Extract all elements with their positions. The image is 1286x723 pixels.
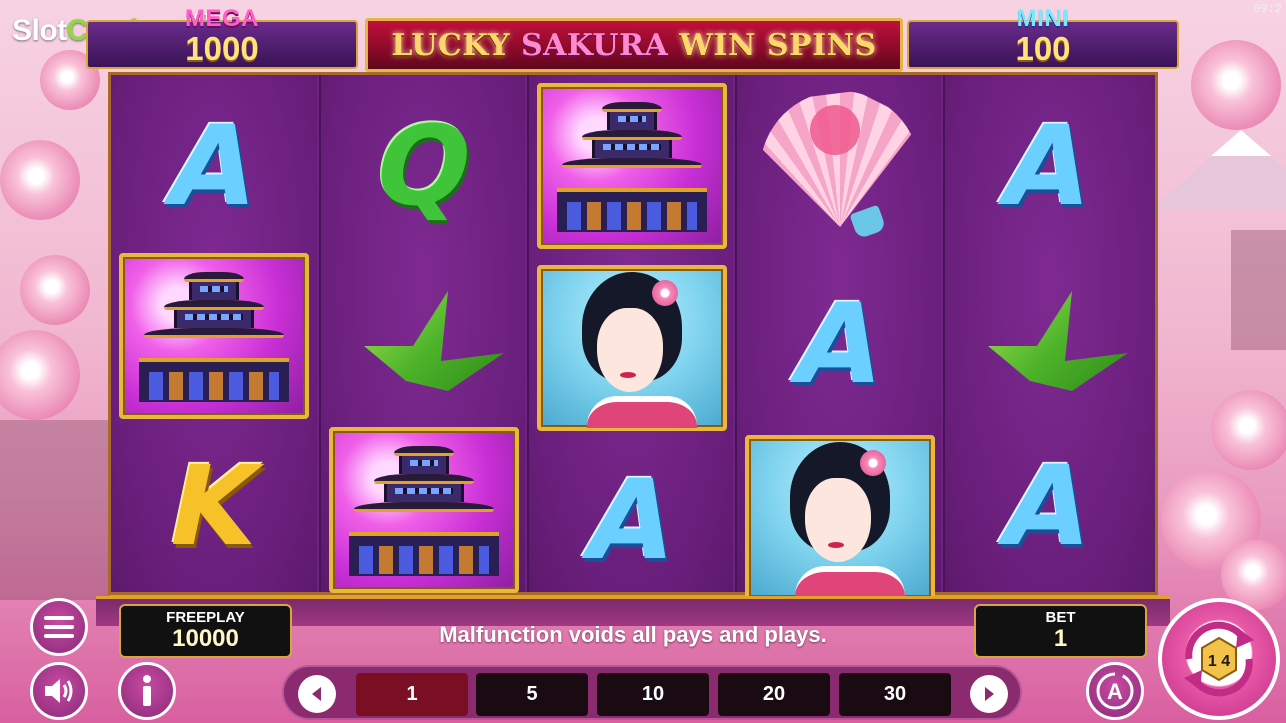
bet-display[interactable]: BET 1 [974,604,1147,658]
freeplay-display: FREEPLAY 10000 [119,604,292,658]
line-option-5[interactable]: 5 [476,673,588,716]
mega-jackpot: MEGA 1000 [86,5,358,69]
title-word-1: LUCKY [391,27,510,63]
game-title-banner: LUCKY SAKURA WIN SPINS [365,18,903,72]
reel-4: A [735,75,941,601]
symbol-q: Q [329,83,519,249]
menu-button[interactable] [30,598,88,656]
reel-5: A A [943,75,1155,592]
letter-a-icon: A [575,456,689,584]
symbol-temple [119,253,309,419]
line-option-10[interactable]: 10 [597,673,709,716]
letter-k-icon: K [157,442,271,570]
geisha-icon [750,438,930,598]
lines-next-button[interactable] [970,675,1008,713]
malfunction-disclaimer: Malfunction voids all pays and plays. [439,622,827,647]
arrow-left-icon [312,687,321,701]
info-icon [143,675,151,706]
mini-jackpot: MINI 100 [907,5,1179,69]
symbol-fan [745,83,935,249]
letter-a-icon: A [991,442,1105,570]
symbol-temple [329,427,519,593]
mega-jackpot-label: MEGA [185,5,259,32]
hamburger-icon [44,616,74,638]
symbol-geisha [745,435,935,601]
symbol-a: A [745,261,935,427]
symbol-k: K [119,423,309,589]
letter-a-icon: A [157,102,271,230]
letter-q-icon: Q [363,102,485,230]
title-word-4: SPINS [766,27,877,63]
symbol-a: A [537,437,727,603]
title-word-3: WIN [679,27,756,63]
symbol-a: A [953,423,1143,589]
letter-a-icon: A [991,102,1105,230]
reel-1: A K [111,75,317,592]
symbol-a: A [119,83,309,249]
symbol-crane [329,253,519,419]
symbol-crane [953,253,1143,419]
origami-crane-icon [958,271,1138,401]
spin-badge-text: 1 4 [1208,653,1230,670]
geisha-icon [542,268,722,428]
pagoda-icon [552,96,712,236]
symbol-geisha [537,265,727,431]
lines-prev-button[interactable] [298,675,336,713]
bet-value: 1 [1053,625,1068,652]
reel-grid: A K Q A A A A [108,72,1158,601]
clock: 09:2 [1253,2,1282,16]
arrow-right-icon [985,687,994,701]
freeplay-label: FREEPLAY [166,609,245,626]
speaker-icon [45,679,73,703]
info-button[interactable] [118,662,176,720]
pagoda-icon [344,440,504,580]
letter-a-icon: A [783,280,897,408]
fan-icon [755,91,925,241]
line-selector: 1 5 10 20 30 [282,665,1022,720]
spin-button[interactable]: 1 4 [1158,598,1280,720]
reel-2: Q [319,75,525,593]
origami-crane-icon [334,271,514,401]
sound-button[interactable] [30,662,88,720]
mini-jackpot-label: MINI [1016,5,1070,32]
mega-jackpot-value: 1000 [185,30,259,67]
autoplay-icon: A [1096,672,1134,710]
title-word-2: SAKURA [520,27,669,63]
autoplay-letter: A [1107,679,1123,704]
freeplay-value: 10000 [172,625,239,652]
pagoda-icon [134,266,294,406]
bet-label: BET [1045,609,1076,626]
watermark-brand-a: Slot [12,14,67,47]
reel-3: A [527,75,733,592]
symbol-a: A [953,83,1143,249]
line-option-30[interactable]: 30 [839,673,951,716]
autoplay-button[interactable]: A [1086,662,1144,720]
mini-jackpot-value: 100 [1015,30,1071,67]
game-title: LUCKY SAKURA WIN SPINS [391,28,876,63]
line-option-1[interactable]: 1 [356,673,468,716]
line-option-20[interactable]: 20 [718,673,830,716]
symbol-temple [537,83,727,249]
spin-refresh-icon: 1 4 [1184,621,1254,697]
